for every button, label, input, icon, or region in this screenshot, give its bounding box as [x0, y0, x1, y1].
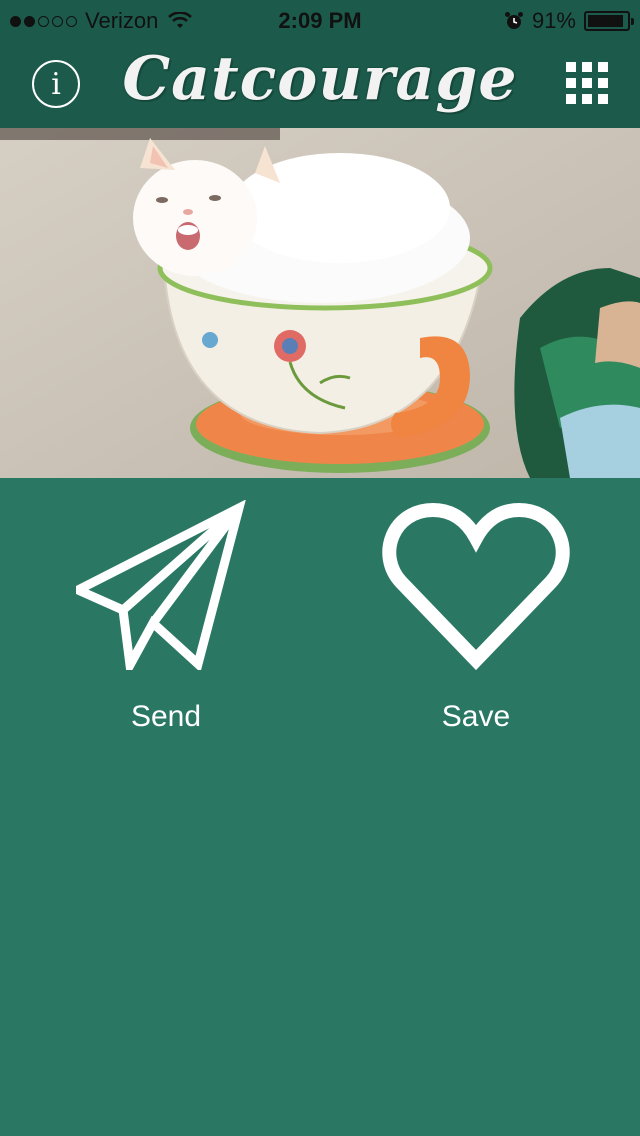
send-button[interactable]: Send: [66, 500, 266, 734]
battery-icon: [584, 11, 634, 31]
cat-photo: [0, 128, 640, 478]
app-title: Catcourage: [122, 44, 518, 114]
save-label: Save: [441, 700, 511, 733]
battery-level: [588, 15, 623, 27]
status-right: 91%: [504, 8, 634, 34]
status-bar: Verizon 2:09 PM 91%: [0, 0, 640, 40]
grid-menu-button[interactable]: [566, 62, 610, 106]
alarm-clock-icon: [504, 12, 523, 29]
save-button[interactable]: Save: [376, 500, 576, 734]
heart-icon: [382, 502, 570, 670]
cat-in-teacup-image: [0, 128, 640, 478]
battery-percent: 91%: [531, 8, 576, 33]
paper-plane-icon: [76, 500, 246, 670]
grid-icon: [566, 62, 576, 72]
top-bar: Verizon 2:09 PM 91% i Catcourage: [0, 0, 640, 128]
send-label: Send: [130, 700, 202, 733]
